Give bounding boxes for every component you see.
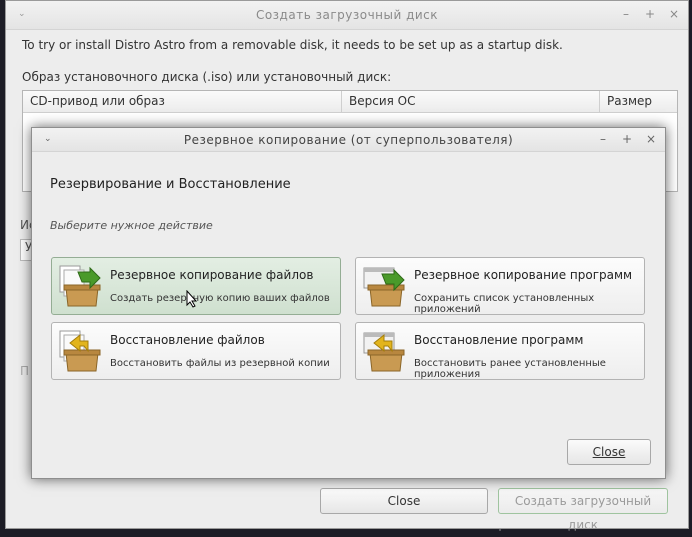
dialog-titlebar[interactable]: ⌄ Резервное копирование (от суперпользов…: [32, 128, 665, 152]
dialog-close-icon[interactable]: ×: [645, 132, 657, 146]
dialog-close-label: Close: [592, 445, 626, 459]
window-title: Создать загрузочный диск: [255, 8, 439, 22]
dialog-maximize-icon[interactable]: +: [621, 132, 633, 146]
backup-apps-icon: [363, 267, 405, 307]
dialog-minimize-icon[interactable]: –: [597, 132, 609, 146]
action-title: Восстановление программ: [414, 333, 584, 347]
restore-apps-icon: [363, 332, 405, 372]
backup-dialog: ⌄ Резервное копирование (от суперпользов…: [31, 127, 666, 479]
dialog-title: Резервное копирование (от суперпользоват…: [183, 133, 514, 147]
action-desc: Создать резервную копию ваших файлов: [110, 293, 330, 304]
mouse-pointer-icon: [186, 290, 198, 308]
backup-apps-button[interactable]: Резервное копирование программ Сохранить…: [355, 257, 645, 315]
iso-label: Образ установочного диска (.iso) или уст…: [22, 70, 392, 84]
column-size[interactable]: Размер: [600, 91, 677, 112]
column-version[interactable]: Версия ОС: [342, 91, 600, 112]
minimize-icon[interactable]: –: [620, 7, 632, 21]
action-desc: Восстановить файлы из резервной копии: [110, 358, 330, 369]
close-icon[interactable]: ×: [668, 7, 680, 21]
action-title: Восстановление файлов: [110, 333, 265, 347]
dialog-subtitle: Выберите нужное действие: [50, 219, 213, 232]
intro-text: To try or install Distro Astro from a re…: [22, 38, 563, 52]
dialog-heading: Резервирование и Восстановление: [50, 177, 291, 192]
action-title: Резервное копирование программ: [414, 268, 633, 282]
restore-apps-button[interactable]: Восстановление программ Восстановить ран…: [355, 322, 645, 380]
restore-files-button[interactable]: Восстановление файлов Восстановить файлы…: [51, 322, 341, 380]
action-desc: Сохранить список установленных приложени…: [414, 293, 595, 315]
main-close-button[interactable]: Close: [320, 488, 488, 514]
restore-files-icon: [59, 330, 101, 372]
column-drive[interactable]: CD-привод или образ: [23, 91, 342, 112]
backup-files-icon: [59, 265, 101, 307]
dialog-close-button[interactable]: Close: [567, 439, 651, 465]
maximize-icon[interactable]: +: [644, 7, 656, 21]
action-title: Резервное копирование файлов: [110, 268, 314, 282]
create-disk-button[interactable]: Создать загрузочный диск: [498, 488, 668, 532]
partial-label-2: П: [20, 364, 30, 378]
action-desc: Восстановить ранее установленные приложе…: [414, 358, 606, 380]
window-titlebar[interactable]: ⌄ Создать загрузочный диск – + ×: [6, 1, 688, 30]
